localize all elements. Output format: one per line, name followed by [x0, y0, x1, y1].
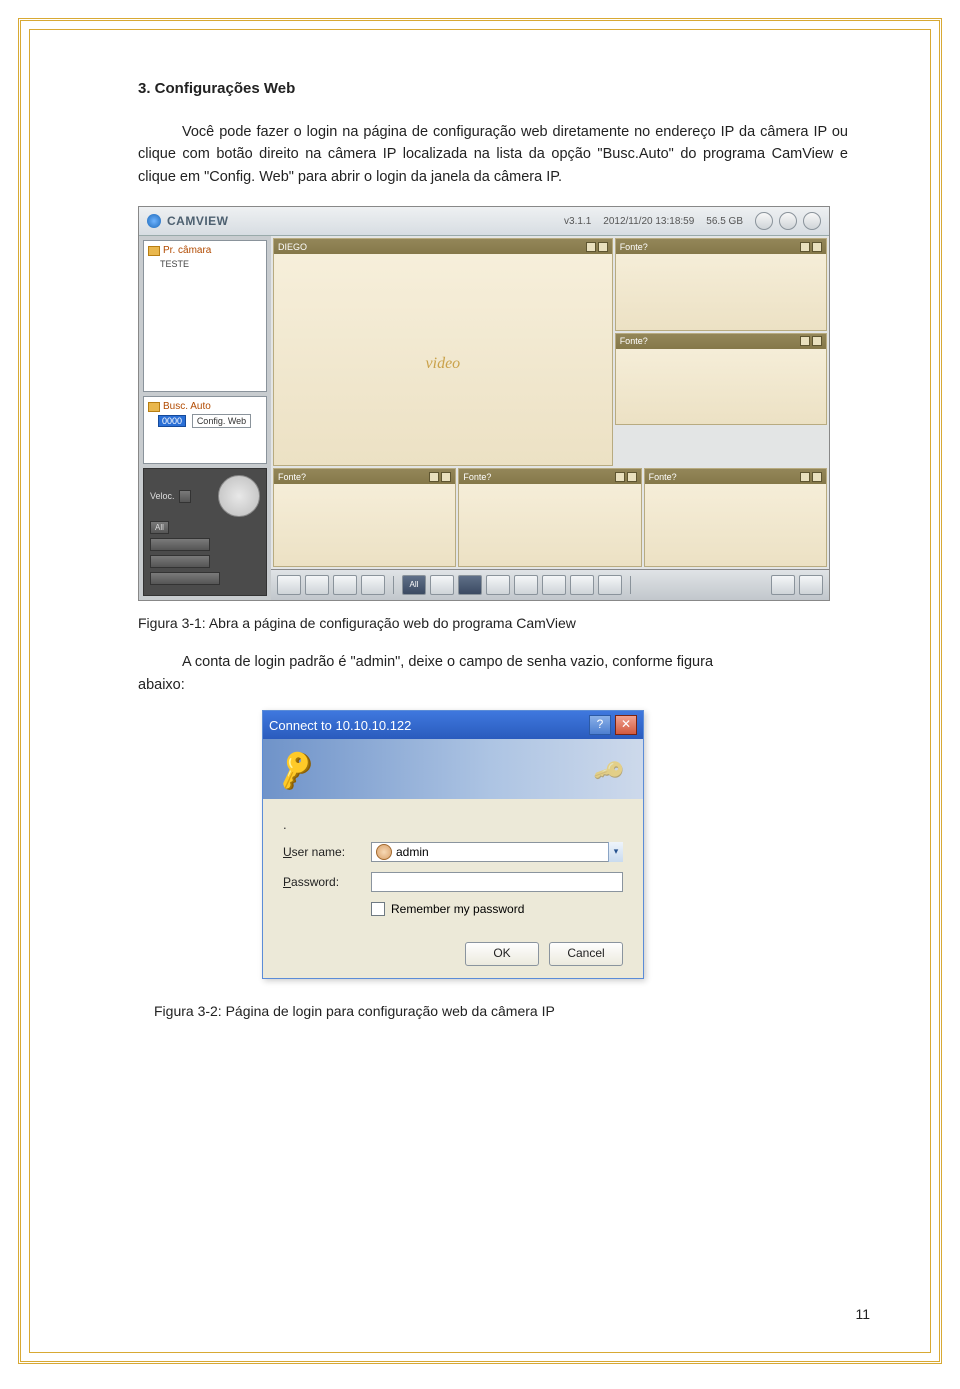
- camview-screenshot: CAMVIEW v3.1.1 2012/11/20 13:18:59 56.5 …: [138, 206, 830, 601]
- speed-label: Veloc.: [150, 491, 175, 501]
- camview-title: CAMVIEW: [167, 214, 229, 228]
- autosearch-panel: Busc. Auto 0000 Config. Web: [143, 396, 267, 464]
- ctrl-button[interactable]: [150, 555, 210, 568]
- figure-3-2-caption: Figura 3-2: Página de login para configu…: [154, 1003, 878, 1019]
- tile-name: DIEGO: [278, 242, 307, 252]
- paragraph-login: A conta de login padrão é "admin", deixe…: [138, 651, 848, 696]
- toolbar-button[interactable]: [361, 575, 385, 595]
- toolbar-button[interactable]: [305, 575, 329, 595]
- credential-dialog: Connect to 10.10.10.122 ? ✕ 🔑 🔑 . User n…: [262, 710, 644, 979]
- video-tile-main[interactable]: DIEGO video: [273, 238, 613, 466]
- mute-button[interactable]: [799, 575, 823, 595]
- layout-button[interactable]: [486, 575, 510, 595]
- tile-name: Fonte?: [649, 472, 677, 482]
- close-button[interactable]: ✕: [615, 715, 637, 735]
- dialog-title: Connect to 10.10.10.122: [269, 718, 411, 733]
- paragraph-intro: Você pode fazer o login na página de con…: [138, 121, 848, 188]
- window-max-icon[interactable]: [779, 212, 797, 230]
- camview-disk: 56.5 GB: [706, 216, 743, 227]
- username-value: admin: [396, 845, 604, 859]
- username-input[interactable]: admin ▾: [371, 842, 623, 862]
- layout-button[interactable]: [598, 575, 622, 595]
- tile-name: Fonte?: [620, 336, 648, 346]
- folder-icon: [148, 246, 160, 256]
- tile-name: Fonte?: [620, 242, 648, 252]
- camview-logo-icon: [147, 214, 161, 228]
- autosearch-label: Busc. Auto: [163, 401, 211, 412]
- camview-titlebar: CAMVIEW v3.1.1 2012/11/20 13:18:59 56.5 …: [139, 207, 829, 236]
- toolbar-button[interactable]: [333, 575, 357, 595]
- camview-datetime: 2012/11/20 13:18:59: [603, 216, 694, 227]
- keys-icon-bg: 🔑: [591, 755, 627, 790]
- camera-id-selected[interactable]: 0000: [158, 415, 186, 427]
- camview-version: v3.1.1: [564, 216, 591, 227]
- window-close-icon[interactable]: [803, 212, 821, 230]
- toolbar-button[interactable]: [277, 575, 301, 595]
- server-dot: .: [283, 817, 623, 832]
- context-menu-config-web[interactable]: Config. Web: [192, 414, 251, 428]
- layout-all-button[interactable]: All: [402, 575, 426, 595]
- paragraph-login-line: A conta de login padrão é "admin", deixe…: [138, 651, 713, 673]
- layout-button[interactable]: [570, 575, 594, 595]
- tree-item[interactable]: TESTE: [148, 258, 262, 270]
- video-placeholder-icon: video: [426, 355, 461, 373]
- section-heading: 3. Configurações Web: [138, 80, 878, 97]
- folder-icon: [148, 402, 160, 412]
- tree-folder-label: Pr. câmara: [163, 245, 211, 256]
- rec-button[interactable]: [771, 575, 795, 595]
- all-button[interactable]: All: [150, 521, 169, 534]
- ptz-controls: Veloc. All: [143, 468, 267, 596]
- checkbox-icon: [371, 902, 385, 916]
- dialog-titlebar: Connect to 10.10.10.122 ? ✕: [263, 711, 643, 739]
- tree-folder[interactable]: Pr. câmara: [148, 245, 262, 256]
- layout-button[interactable]: [514, 575, 538, 595]
- video-tile[interactable]: Fonte?: [273, 468, 456, 567]
- dialog-banner: 🔑 🔑: [263, 739, 643, 799]
- dpad-icon[interactable]: [218, 475, 260, 517]
- window-min-icon[interactable]: [755, 212, 773, 230]
- ctrl-button[interactable]: [150, 572, 220, 585]
- speed-value[interactable]: [179, 490, 191, 503]
- video-tile[interactable]: Fonte?: [615, 333, 827, 426]
- ok-button[interactable]: OK: [465, 942, 539, 966]
- remember-checkbox[interactable]: Remember my password: [371, 902, 623, 916]
- layout-button[interactable]: [542, 575, 566, 595]
- dropdown-icon[interactable]: ▾: [608, 842, 623, 862]
- user-avatar-icon: [376, 844, 392, 860]
- layout-button[interactable]: [430, 575, 454, 595]
- help-button[interactable]: ?: [589, 715, 611, 735]
- paragraph-login-tail: abaixo:: [138, 677, 185, 693]
- ctrl-button[interactable]: [150, 538, 210, 551]
- camview-toolbar: All: [271, 569, 829, 600]
- tile-name: Fonte?: [463, 472, 491, 482]
- figure-3-1-caption: Figura 3-1: Abra a página de configuraçã…: [138, 615, 878, 631]
- password-label: Password:: [283, 875, 371, 889]
- autosearch-folder[interactable]: Busc. Auto: [148, 401, 262, 412]
- layout-button-active[interactable]: [458, 575, 482, 595]
- video-tile[interactable]: Fonte?: [615, 238, 827, 331]
- cancel-button[interactable]: Cancel: [549, 942, 623, 966]
- page-number: 11: [855, 1306, 870, 1322]
- video-tile[interactable]: Fonte?: [644, 468, 827, 567]
- password-input[interactable]: [371, 872, 623, 892]
- camera-tree-panel: Pr. câmara TESTE: [143, 240, 267, 392]
- tile-name: Fonte?: [278, 472, 306, 482]
- video-tile[interactable]: Fonte?: [458, 468, 641, 567]
- keys-icon: 🔑: [272, 748, 319, 794]
- username-label: User name:: [283, 845, 371, 859]
